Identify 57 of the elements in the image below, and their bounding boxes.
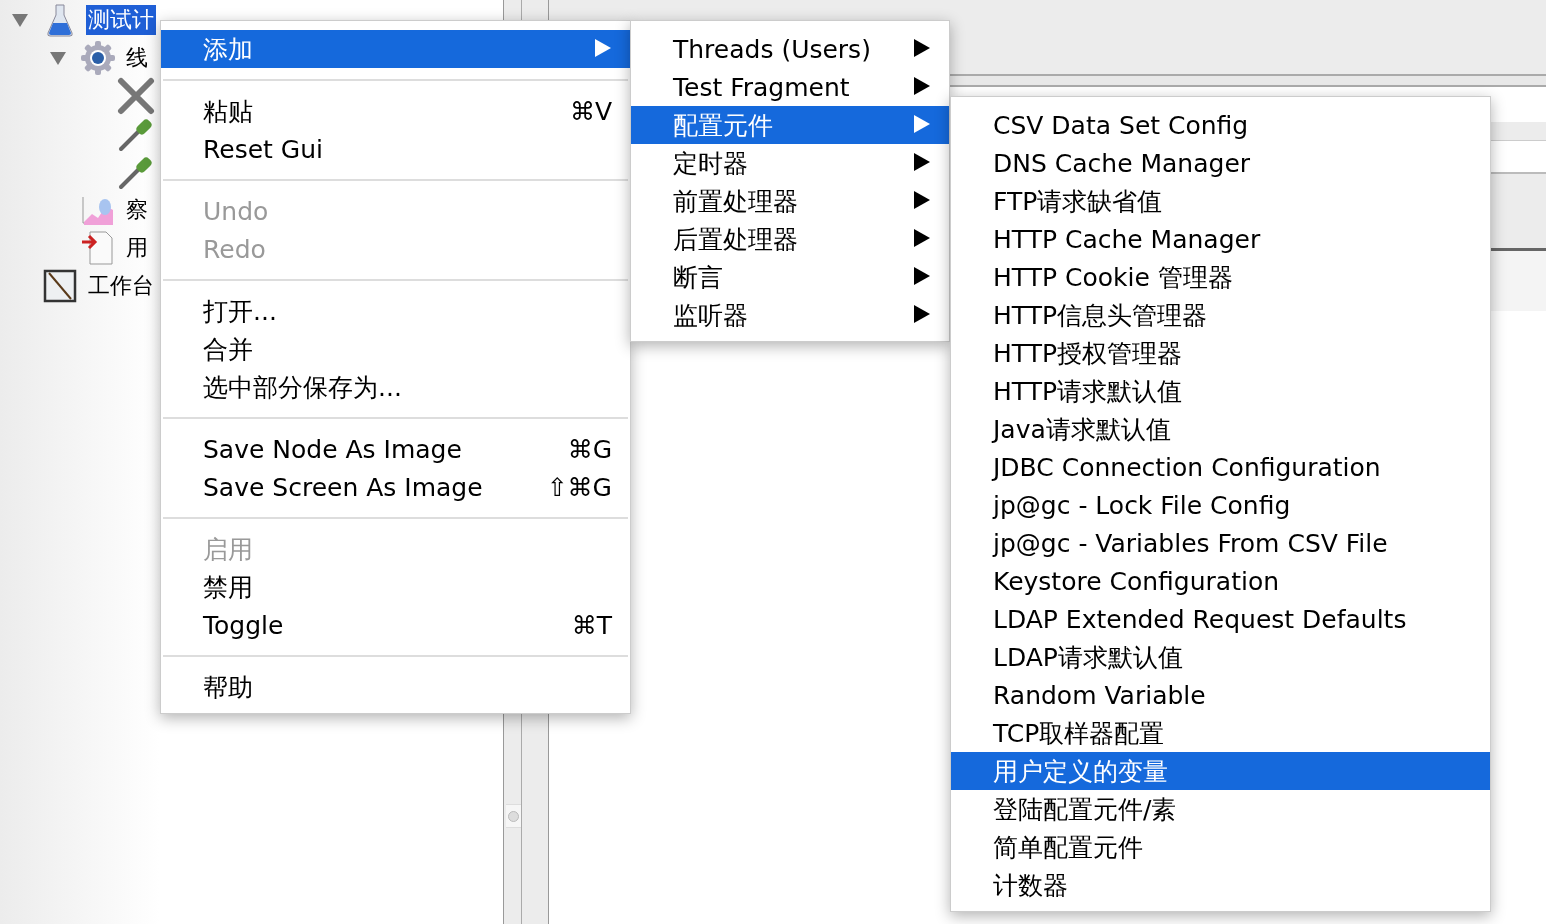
menu-item[interactable]: jp@gc - Variables From CSV File bbox=[951, 524, 1490, 562]
menu-item[interactable]: Java请求默认值 bbox=[951, 410, 1490, 448]
menu-item[interactable]: TCP取样器配置 bbox=[951, 714, 1490, 752]
menu-item[interactable]: Reset Gui bbox=[161, 130, 630, 168]
menu-item[interactable]: Toggle ⌘T bbox=[161, 606, 630, 644]
menu-item[interactable]: Random Variable bbox=[951, 676, 1490, 714]
menu-item[interactable]: 打开... bbox=[161, 292, 630, 330]
shortcut-label: ⇧⌘G bbox=[546, 472, 612, 502]
menu-item[interactable]: 用户定义的变量 bbox=[951, 752, 1490, 790]
menu-item[interactable]: HTTP信息头管理器 bbox=[951, 296, 1490, 334]
tree-item[interactable]: 线 bbox=[124, 43, 150, 73]
menu-item[interactable]: Keystore Configuration bbox=[951, 562, 1490, 600]
flask-icon bbox=[47, 3, 73, 37]
menu-item[interactable]: Save Node As Image ⌘G bbox=[161, 430, 630, 468]
menu-item[interactable]: 断言 bbox=[631, 258, 949, 296]
tree-item[interactable]: 察 bbox=[124, 195, 150, 225]
menu-item[interactable]: DNS Cache Manager bbox=[951, 144, 1490, 182]
menu-item[interactable]: LDAP请求默认值 bbox=[951, 638, 1490, 676]
notepad-icon bbox=[43, 269, 77, 303]
menu-item[interactable]: Test Fragment bbox=[631, 68, 949, 106]
chart-icon bbox=[81, 195, 115, 225]
expanded-arrow-icon[interactable] bbox=[49, 50, 67, 66]
shortcut-label: ⌘G bbox=[567, 434, 612, 464]
menu-item[interactable]: 禁用 bbox=[161, 568, 630, 606]
menu-item[interactable]: 合并 bbox=[161, 330, 630, 368]
shortcut-label: ⌘T bbox=[571, 610, 612, 640]
menu-item[interactable]: 简单配置元件 bbox=[951, 828, 1490, 866]
menu-item[interactable]: 计数器 bbox=[951, 866, 1490, 904]
menu-item[interactable]: 帮助 bbox=[161, 668, 630, 706]
expanded-arrow-icon[interactable] bbox=[11, 12, 29, 28]
menu-item[interactable]: JDBC Connection Configuration bbox=[951, 448, 1490, 486]
menu-item[interactable]: 定时器 bbox=[631, 144, 949, 182]
menu-item[interactable]: jp@gc - Lock File Config bbox=[951, 486, 1490, 524]
menu-item[interactable]: LDAP Extended Request Defaults bbox=[951, 600, 1490, 638]
menu-item[interactable]: FTP请求缺省值 bbox=[951, 182, 1490, 220]
menu-item[interactable]: 前置处理器 bbox=[631, 182, 949, 220]
menu-item[interactable]: 添加 bbox=[161, 30, 630, 68]
menu-item[interactable]: HTTP请求默认值 bbox=[951, 372, 1490, 410]
menu-item[interactable]: 粘贴 ⌘V bbox=[161, 92, 630, 130]
shortcut-label: ⌘V bbox=[569, 96, 612, 126]
menu-item[interactable]: 登陆配置元件/素 bbox=[951, 790, 1490, 828]
tree-item[interactable]: 用 bbox=[124, 233, 150, 263]
menu-item[interactable]: 后置处理器 bbox=[631, 220, 949, 258]
tree-item[interactable]: 工作台 bbox=[86, 271, 156, 301]
menu-item[interactable]: CSV Data Set Config bbox=[951, 106, 1490, 144]
menu-item[interactable]: HTTP Cache Manager bbox=[951, 220, 1490, 258]
menu-item[interactable]: HTTP授权管理器 bbox=[951, 334, 1490, 372]
menu-item[interactable]: 选中部分保存为... bbox=[161, 368, 630, 406]
splitter-handle[interactable] bbox=[506, 804, 521, 828]
gear-icon bbox=[80, 40, 116, 76]
menu-item[interactable]: HTTP Cookie 管理器 bbox=[951, 258, 1490, 296]
document-arrow-icon bbox=[80, 230, 116, 266]
menu-item[interactable]: Threads (Users) bbox=[631, 30, 949, 68]
menu-item[interactable]: Save Screen As Image ⇧⌘G bbox=[161, 468, 630, 506]
menu-item[interactable]: 配置元件 bbox=[631, 106, 949, 144]
tree-item[interactable]: 测试计 bbox=[86, 5, 156, 35]
menu-item[interactable]: 监听器 bbox=[631, 296, 949, 334]
